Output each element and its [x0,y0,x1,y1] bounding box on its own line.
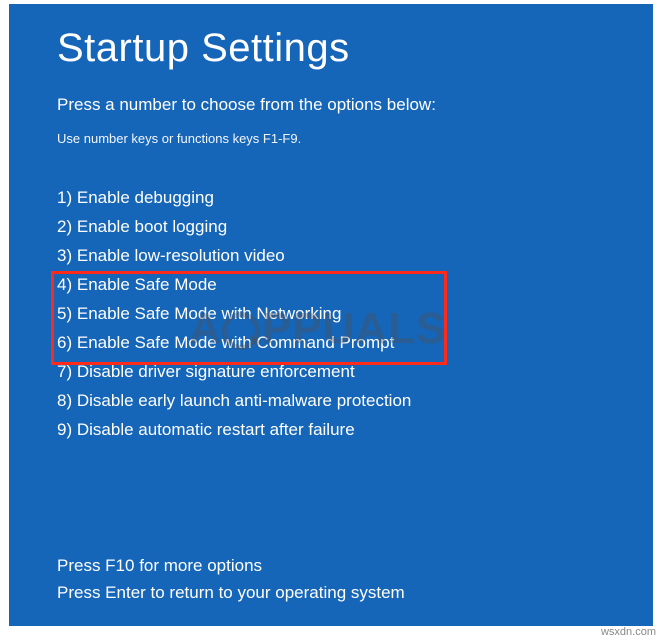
options-list: 1) Enable debugging 2) Enable boot loggi… [57,184,653,445]
option-9[interactable]: 9) Disable automatic restart after failu… [57,416,653,445]
footer-return: Press Enter to return to your operating … [57,580,405,606]
option-number: 8 [57,391,66,410]
option-2[interactable]: 2) Enable boot logging [57,213,653,242]
footer-more-options: Press F10 for more options [57,553,405,579]
option-label: Enable debugging [77,188,214,207]
footer: Press F10 for more options Press Enter t… [57,553,405,606]
subtitle: Press a number to choose from the option… [57,95,653,115]
option-6[interactable]: 6) Enable Safe Mode with Command Prompt [57,329,653,358]
option-8[interactable]: 8) Disable early launch anti-malware pro… [57,387,653,416]
option-label: Disable driver signature enforcement [77,362,355,381]
startup-settings-screen: Startup Settings Press a number to choos… [9,4,653,626]
attribution: wsxdn.com [601,626,656,638]
option-label: Enable low-resolution video [77,246,285,265]
option-label: Enable boot logging [77,217,227,236]
option-label: Enable Safe Mode with Command Prompt [77,333,395,352]
page-title: Startup Settings [57,26,653,71]
option-number: 1 [57,188,66,207]
option-label: Disable early launch anti-malware protec… [77,391,412,410]
option-label: Enable Safe Mode with Networking [77,304,342,323]
option-number: 4 [57,275,66,294]
option-5[interactable]: 5) Enable Safe Mode with Networking [57,300,653,329]
option-number: 5 [57,304,66,323]
option-label: Enable Safe Mode [77,275,217,294]
option-number: 3 [57,246,66,265]
option-3[interactable]: 3) Enable low-resolution video [57,242,653,271]
option-4[interactable]: 4) Enable Safe Mode [57,271,653,300]
option-number: 9 [57,420,66,439]
hint-text: Use number keys or functions keys F1-F9. [57,131,653,146]
option-number: 7 [57,362,66,381]
option-number: 6 [57,333,66,352]
option-label: Disable automatic restart after failure [77,420,355,439]
option-7[interactable]: 7) Disable driver signature enforcement [57,358,653,387]
option-1[interactable]: 1) Enable debugging [57,184,653,213]
option-number: 2 [57,217,66,236]
